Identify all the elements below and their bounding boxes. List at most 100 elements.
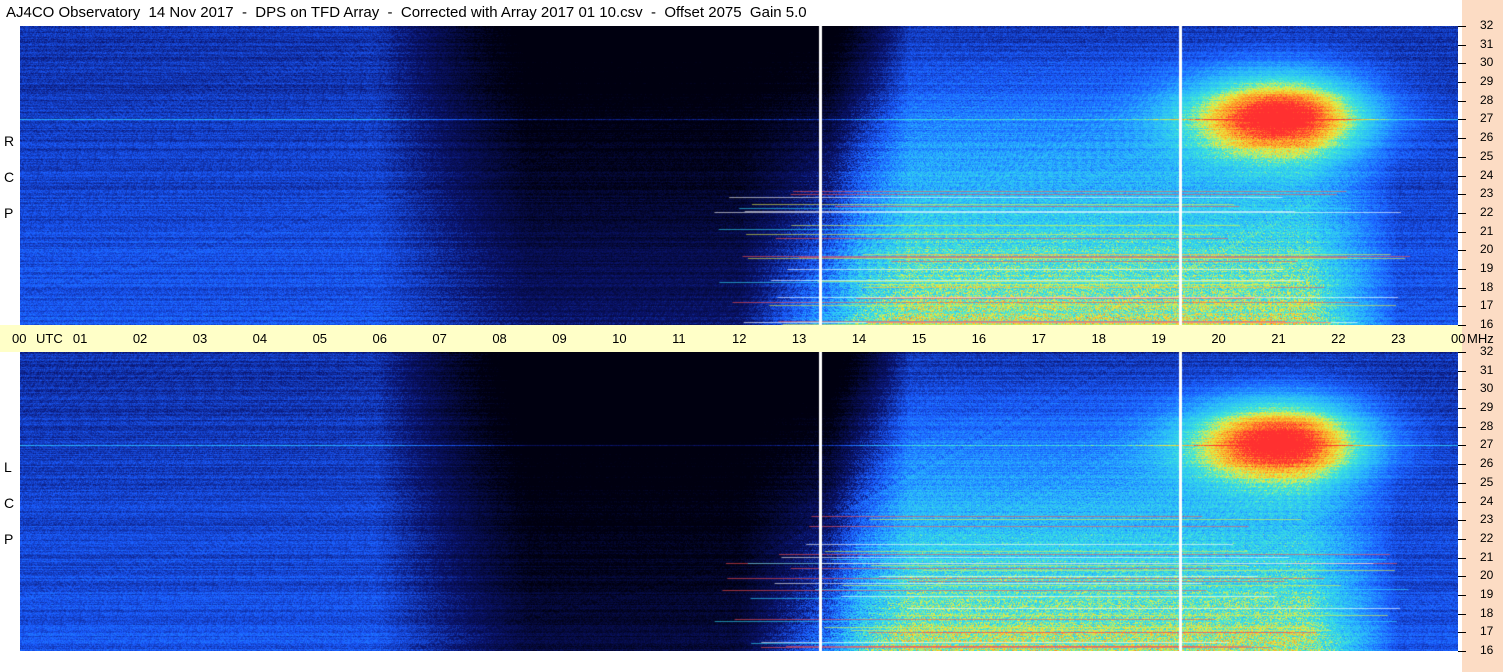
freq-tick-mark [1458,595,1466,596]
freq-tick-mark [1458,483,1466,484]
utc-tick-label: 14 [851,331,867,346]
polarization-letter: P [4,531,14,547]
utc-axis-bar [0,325,1462,352]
freq-tick-mark [1458,101,1466,102]
freq-tick-label: 17 [1480,298,1494,313]
freq-tick-mark [1458,632,1466,633]
polarization-letter: L [4,459,12,475]
freq-tick-label: 18 [1480,605,1494,620]
polarization-letter: P [4,205,14,221]
freq-tick-label: 27 [1480,111,1494,126]
utc-tick-label: 18 [1091,331,1106,346]
freq-tick-mark [1458,539,1466,540]
polarization-letter: C [4,169,15,185]
freq-tick-label: 25 [1480,148,1494,163]
freq-tick-mark [1458,520,1466,521]
utc-tick-label: 19 [1151,331,1166,346]
freq-tick-label: 24 [1480,493,1494,508]
freq-tick-mark [1458,408,1466,409]
utc-tick-label: 16 [971,331,987,346]
freq-tick-label: 23 [1480,512,1494,527]
freq-tick-mark [1458,464,1466,465]
freq-tick-mark [1458,576,1466,577]
freq-tick-label: 20 [1480,242,1494,257]
freq-tick-label: 16 [1480,643,1494,657]
freq-tick-label: 32 [1480,344,1494,358]
freq-tick-label: 31 [1480,36,1494,51]
utc-tick-label: 22 [1331,331,1346,346]
freq-tick-label: 31 [1480,362,1494,377]
freq-tick-label: 19 [1480,260,1494,275]
freq-tick-label: 30 [1480,381,1494,396]
utc-tick-label: 20 [1211,331,1226,346]
utc-tick-label: 09 [552,331,567,346]
freq-tick-label: 27 [1480,437,1494,452]
freq-tick-label: 16 [1480,317,1494,331]
freq-tick-label: 28 [1480,92,1494,107]
freq-tick-mark [1458,26,1466,27]
freq-tick-mark [1458,194,1466,195]
utc-tick-label: 08 [492,331,507,346]
utc-tick-label: 11 [672,331,686,346]
freq-tick-mark [1458,213,1466,214]
freq-tick-label: 29 [1480,74,1494,89]
utc-tick-label: 02 [132,331,148,346]
freq-tick-label: 17 [1480,624,1494,639]
freq-tick-label: 30 [1480,55,1494,70]
freq-tick-mark [1458,651,1466,652]
freq-tick-mark [1458,138,1466,139]
utc-tick-label: 00 [1451,331,1466,346]
freq-tick-label: 20 [1480,568,1494,583]
freq-tick-mark [1458,502,1466,503]
freq-tick-label: 26 [1480,130,1494,145]
utc-tick-label: 10 [612,331,627,346]
freq-tick-mark [1458,119,1466,120]
freq-tick-label: 22 [1480,530,1494,545]
lcp-spectrogram [20,352,1458,651]
freq-tick-mark [1458,371,1466,372]
freq-tick-mark [1458,157,1466,158]
freq-tick-mark [1458,352,1466,353]
utc-tick-label: 07 [432,331,447,346]
utc-unit-label: UTC [36,331,63,346]
freq-tick-mark [1458,445,1466,446]
freq-tick-mark [1458,250,1466,251]
freq-tick-mark [1458,389,1466,390]
rcp-spectrogram [20,26,1458,325]
freq-tick-mark [1458,325,1466,326]
utc-tick-label: 21 [1271,331,1286,346]
freq-tick-label: 22 [1480,204,1494,219]
utc-tick-label: 06 [372,331,387,346]
freq-tick-label: 19 [1480,586,1494,601]
utc-tick-label: 17 [1031,331,1047,346]
page-title: AJ4CO Observatory 14 Nov 2017 - DPS on T… [0,0,1462,26]
polarization-letter: R [4,133,15,149]
freq-tick-label: 29 [1480,400,1494,415]
freq-tick-mark [1458,288,1466,289]
freq-tick-label: 28 [1480,418,1494,433]
utc-tick-label: 12 [732,331,747,346]
polarization-letter: C [4,495,15,511]
freq-tick-mark [1458,45,1466,46]
freq-tick-mark [1458,232,1466,233]
freq-tick-label: 26 [1480,456,1494,471]
freq-tick-mark [1458,82,1466,83]
freq-tick-mark [1458,269,1466,270]
freq-tick-mark [1458,614,1466,615]
freq-tick-mark [1458,306,1466,307]
utc-tick-label: 05 [312,331,328,346]
utc-tick-label: 03 [192,331,208,346]
freq-tick-label: 23 [1480,186,1494,201]
freq-tick-mark [1458,176,1466,177]
utc-tick-label: 04 [252,331,268,346]
utc-tick-label: 23 [1391,331,1406,346]
freq-tick-label: 21 [1480,549,1494,564]
utc-tick-label: 13 [791,331,807,346]
utc-tick-label: 15 [911,331,927,346]
freq-tick-label: 24 [1480,167,1494,182]
freq-tick-mark [1458,63,1466,64]
freq-tick-mark [1458,427,1466,428]
utc-tick-label: 01 [72,331,88,346]
freq-tick-label: 18 [1480,279,1494,294]
utc-tick-label: 00 [12,331,27,346]
